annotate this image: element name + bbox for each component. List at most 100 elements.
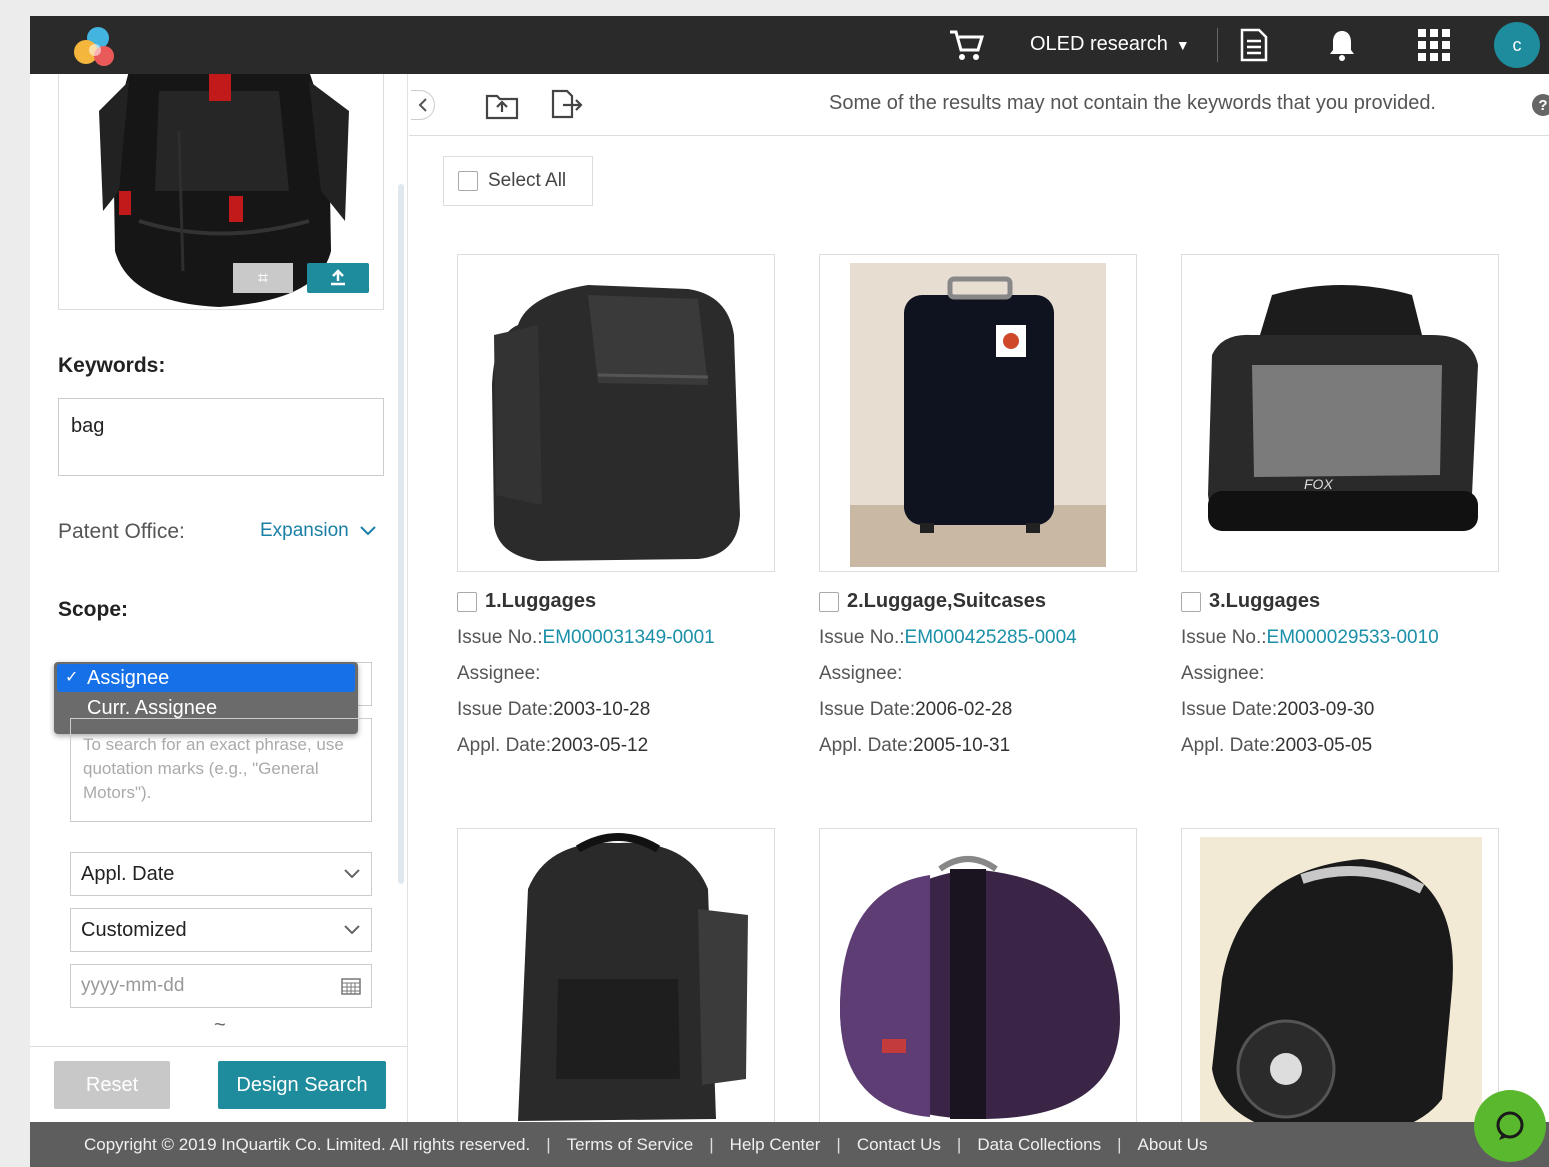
result-image[interactable] (457, 254, 775, 572)
option-label: Curr. Assignee (87, 697, 218, 719)
footer-link-about[interactable]: About Us (1138, 1135, 1208, 1155)
user-avatar[interactable]: c (1494, 22, 1540, 68)
issue-no-row: Issue No.:EM000425285-0004 (819, 627, 1137, 649)
result-title-row: 2.Luggage,Suitcases (819, 590, 1137, 613)
bell-icon[interactable] (1324, 28, 1360, 62)
result-image[interactable] (819, 254, 1137, 572)
help-icon[interactable]: ? (1532, 94, 1549, 116)
cart-icon[interactable] (948, 28, 984, 62)
chat-button[interactable] (1474, 1090, 1546, 1162)
divider: | (546, 1134, 551, 1154)
expansion-toggle[interactable]: Expansion (260, 520, 377, 542)
appl-date-label: Appl. Date: (819, 735, 913, 756)
result-title[interactable]: 1.Luggages (485, 590, 596, 613)
date-placeholder: yyyy-mm-dd (81, 975, 185, 996)
checkmark-icon: ✓ (65, 669, 79, 686)
issue-date-row: Issue Date:2003-09-30 (1181, 699, 1499, 721)
checkbox[interactable] (819, 591, 839, 612)
divider: | (956, 1134, 962, 1154)
upload-icon (331, 269, 345, 286)
option-label: Assignee (87, 667, 170, 689)
app-window: OLED research ▼ c ⌗ Keywords: bag Patent… (30, 16, 1549, 1167)
result-image[interactable] (457, 828, 775, 1146)
keywords-label: Keywords: (58, 354, 166, 377)
date-range-select[interactable]: Customized (70, 908, 372, 952)
issue-no-row: Issue No.:EM000031349-0001 (457, 627, 775, 649)
result-card[interactable] (819, 828, 1137, 1146)
select-all-checkbox[interactable]: Select All (443, 156, 593, 206)
result-card[interactable] (1181, 828, 1499, 1146)
project-selector[interactable]: OLED research ▼ (1030, 33, 1190, 56)
assignee-label: Assignee: (457, 663, 541, 684)
keywords-input[interactable]: bag (58, 398, 384, 476)
save-to-folder-icon[interactable] (485, 88, 519, 125)
footer-link-data-collections[interactable]: Data Collections (977, 1135, 1101, 1155)
calendar-icon (341, 978, 361, 995)
issue-no-link[interactable]: EM000029533-0010 (1267, 627, 1439, 648)
assignee-row: Assignee: (457, 663, 775, 685)
issue-no-label: Issue No.: (819, 627, 905, 648)
project-label: OLED research (1030, 33, 1168, 55)
upload-button[interactable] (307, 263, 369, 293)
top-bar: OLED research ▼ c (30, 16, 1549, 74)
result-card[interactable] (457, 828, 775, 1146)
chevron-down-icon (344, 869, 360, 879)
issue-date-label: Issue Date: (1181, 699, 1278, 720)
collapse-panel-button[interactable] (411, 90, 435, 120)
document-icon[interactable] (1236, 28, 1272, 62)
select-all-label: Select All (488, 170, 567, 191)
assignee-label: Assignee: (819, 663, 903, 684)
checkbox[interactable] (1181, 591, 1201, 612)
issue-no-row: Issue No.:EM000029533-0010 (1181, 627, 1499, 649)
checkbox[interactable] (458, 171, 478, 191)
chevron-left-icon (418, 98, 427, 112)
crop-button[interactable]: ⌗ (233, 263, 293, 293)
issue-no-label: Issue No.: (457, 627, 543, 648)
appl-date-label: Appl. Date: (1181, 735, 1275, 756)
scope-phrase-input[interactable]: To search for an exact phrase, use quota… (70, 718, 372, 822)
issue-no-link[interactable]: EM000425285-0004 (905, 627, 1077, 648)
result-title[interactable]: 3.Luggages (1209, 590, 1320, 613)
issue-date-value: 2006-02-28 (915, 699, 1013, 720)
crop-icon: ⌗ (257, 267, 269, 288)
results-panel: Some of the results may not contain the … (409, 74, 1549, 1167)
assignee-row: Assignee: (819, 663, 1137, 685)
issue-no-link[interactable]: EM000031349-0001 (543, 627, 715, 648)
appl-date-row: Appl. Date:2003-05-12 (457, 735, 775, 757)
footer-link-help[interactable]: Help Center (730, 1135, 821, 1155)
result-title-row: 3.Luggages (1181, 590, 1499, 613)
footer-link-contact[interactable]: Contact Us (857, 1135, 941, 1155)
design-search-button[interactable]: Design Search (218, 1061, 386, 1109)
result-title[interactable]: 2.Luggage,Suitcases (847, 590, 1046, 613)
result-title-row: 1.Luggages (457, 590, 775, 613)
apps-grid-icon[interactable] (1416, 28, 1452, 62)
checkbox[interactable] (457, 591, 477, 612)
result-card[interactable]: 1.Luggages Issue No.:EM000031349-0001 As… (457, 254, 775, 757)
date-input[interactable]: yyyy-mm-dd (70, 964, 372, 1008)
footer: Copyright © 2019 InQuartik Co. Limited. … (30, 1122, 1549, 1167)
appl-date-row: Appl. Date:2005-10-31 (819, 735, 1137, 757)
footer-link-terms[interactable]: Terms of Service (567, 1135, 694, 1155)
issue-date-label: Issue Date: (457, 699, 554, 720)
result-image[interactable] (1181, 828, 1499, 1146)
chevron-down-icon (360, 526, 376, 536)
assignee-label: Assignee: (1181, 663, 1265, 684)
issue-date-value: 2003-09-30 (1277, 699, 1375, 720)
issue-no-label: Issue No.: (1181, 627, 1267, 648)
export-icon[interactable] (549, 88, 583, 125)
result-image[interactable]: FOX (1181, 254, 1499, 572)
result-image[interactable] (819, 828, 1137, 1146)
result-card[interactable]: 2.Luggage,Suitcases Issue No.:EM00042528… (819, 254, 1137, 757)
reset-button[interactable]: Reset (54, 1061, 170, 1109)
date-type-select[interactable]: Appl. Date (70, 852, 372, 896)
scrollbar[interactable] (398, 184, 404, 884)
assignee-row: Assignee: (1181, 663, 1499, 685)
logo-icon[interactable] (68, 24, 124, 68)
issue-date-row: Issue Date:2003-10-28 (457, 699, 775, 721)
appl-date-label: Appl. Date: (457, 735, 551, 756)
scope-option-assignee[interactable]: ✓ Assignee (57, 664, 355, 692)
search-panel: ⌗ Keywords: bag Patent Office: Expansion… (30, 74, 408, 1167)
scope-label: Scope: (58, 598, 129, 621)
result-card[interactable]: FOX 3.Luggages Issue No.:EM000029533-001… (1181, 254, 1499, 757)
divider: | (709, 1134, 714, 1154)
